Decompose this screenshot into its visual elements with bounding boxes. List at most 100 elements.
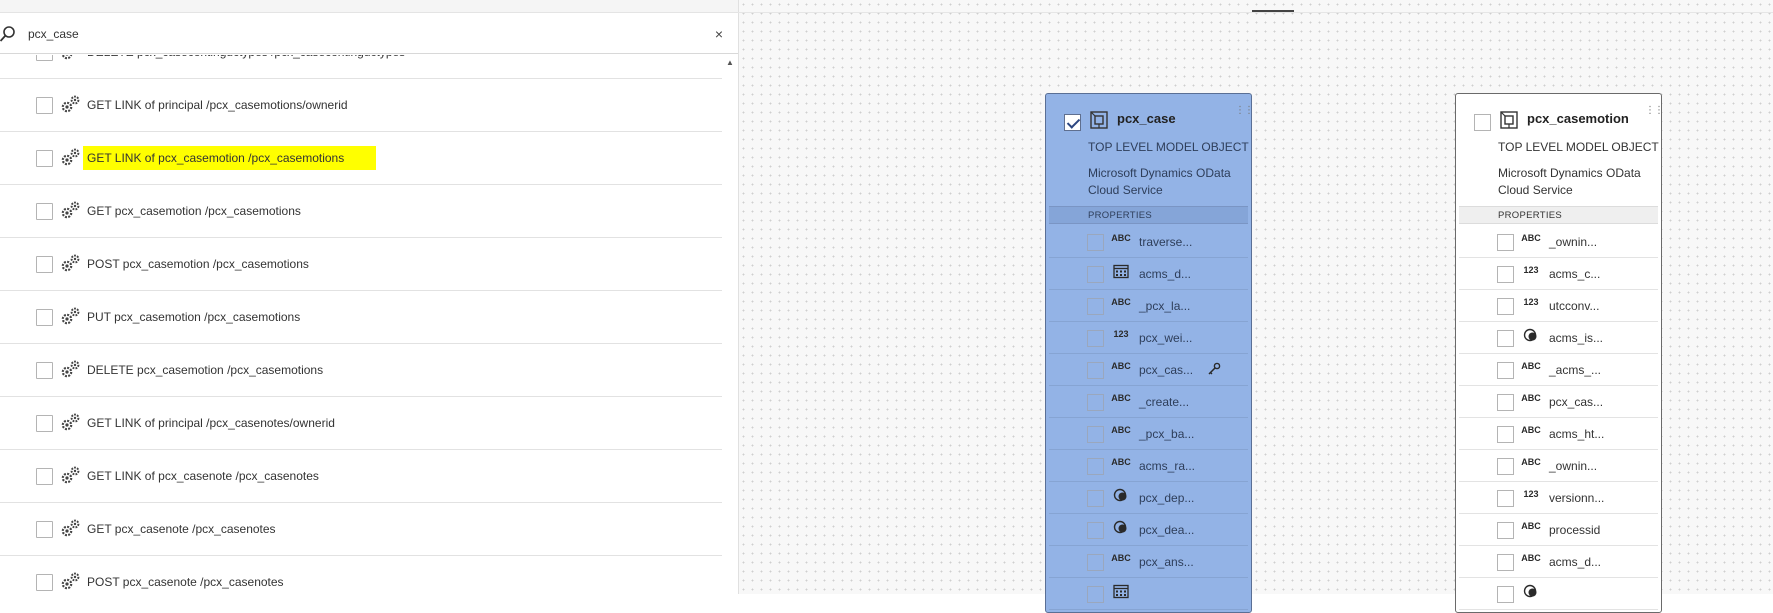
property-row[interactable]: ABC _create... [1049, 386, 1248, 418]
operation-checkbox[interactable] [36, 55, 53, 61]
model-object-card[interactable]: pcx_casemotion ⋮⋮ TOP LEVEL MODEL OBJECT Mi… [1455, 93, 1662, 613]
property-row[interactable]: pcx_dea... [1049, 514, 1248, 546]
property-name: processid [1549, 523, 1601, 537]
operation-row[interactable]: PUT pcx_casemotion /pcx_casemotions [0, 291, 722, 344]
card-select-checkbox[interactable] [1474, 114, 1491, 131]
property-row[interactable] [1049, 578, 1248, 610]
property-checkbox[interactable] [1087, 330, 1104, 347]
list-scrollbar[interactable] [722, 55, 738, 594]
property-checkbox[interactable] [1497, 522, 1514, 539]
search-input[interactable] [28, 22, 688, 46]
property-checkbox[interactable] [1087, 522, 1104, 539]
operation-label: DELETE pcx_casecontinguctypes /pcx_casec… [87, 55, 405, 59]
property-row[interactable]: acms_d... [1049, 258, 1248, 290]
property-checkbox[interactable] [1497, 298, 1514, 315]
operation-checkbox[interactable] [36, 256, 53, 273]
operation-checkbox[interactable] [36, 574, 53, 591]
property-name: _create... [1139, 395, 1190, 409]
clear-search-button[interactable]: × [710, 24, 728, 44]
property-checkbox[interactable] [1497, 362, 1514, 379]
operation-row[interactable]: DELETE pcx_casecontinguctypes /pcx_casec… [0, 55, 722, 79]
card-subtitle: TOP LEVEL MODEL OBJECT [1088, 140, 1249, 154]
property-row[interactable]: ABC _ownin... [1459, 226, 1658, 258]
operation-checkbox[interactable] [36, 309, 53, 326]
property-row[interactable]: ABC acms_ht... [1459, 418, 1658, 450]
property-row[interactable]: 123 utcconv... [1459, 290, 1658, 322]
property-checkbox[interactable] [1497, 586, 1514, 603]
property-row[interactable]: acms_is... [1459, 322, 1658, 354]
operation-row[interactable]: DELETE pcx_casemotion /pcx_casemotions [0, 344, 722, 397]
operation-label: GET LINK of pcx_casemotion /pcx_casemoti… [83, 146, 377, 170]
property-name: pcx_cas... [1549, 395, 1604, 409]
operation-row[interactable]: GET pcx_casemotion /pcx_casemotions [0, 185, 722, 238]
property-checkbox[interactable] [1087, 234, 1104, 251]
property-row[interactable]: ABC processid [1459, 514, 1658, 546]
property-checkbox[interactable] [1497, 490, 1514, 507]
model-object-card[interactable]: pcx_case ⋮⋮ TOP LEVEL MODEL OBJECT Microsof… [1045, 93, 1252, 613]
operation-checkbox[interactable] [36, 521, 53, 538]
operation-checkbox[interactable] [36, 97, 53, 114]
property-checkbox[interactable] [1087, 394, 1104, 411]
property-checkbox[interactable] [1087, 586, 1104, 603]
property-checkbox[interactable] [1497, 458, 1514, 475]
property-row[interactable]: ABC _acms_... [1459, 354, 1658, 386]
property-row[interactable]: ABC _pcx_la... [1049, 290, 1248, 322]
operation-label: PUT pcx_casemotion /pcx_casemotions [87, 310, 301, 324]
property-row[interactable]: ABC pcx_ans... [1049, 546, 1248, 578]
choice-type-icon [1523, 584, 1537, 598]
property-checkbox[interactable] [1087, 458, 1104, 475]
property-checkbox[interactable] [1497, 266, 1514, 283]
property-checkbox[interactable] [1497, 426, 1514, 443]
operation-checkbox[interactable] [36, 150, 53, 167]
operation-list: DELETE pcx_casecontinguctypes /pcx_casec… [0, 55, 722, 594]
property-row[interactable]: ABC acms_d... [1459, 546, 1658, 578]
operation-row[interactable]: GET LINK of principal /pcx_casenotes/own… [0, 397, 722, 450]
operation-checkbox[interactable] [36, 468, 53, 485]
property-row[interactable]: ABC traverse... [1049, 226, 1248, 258]
property-checkbox[interactable] [1087, 554, 1104, 571]
property-row[interactable]: 123 pcx_wei... [1049, 322, 1248, 354]
property-name: acms_ht... [1549, 427, 1605, 441]
property-row[interactable]: ABC acms_ra... [1049, 450, 1248, 482]
operation-row[interactable]: POST pcx_casemotion /pcx_casemotions [0, 238, 722, 291]
property-row[interactable]: ABC _pcx_ba... [1049, 418, 1248, 450]
property-checkbox[interactable] [1497, 234, 1514, 251]
scroll-up-arrow[interactable]: ▲ [723, 58, 737, 68]
operation-row[interactable]: GET LINK of pcx_casemotion /pcx_casemoti… [0, 132, 722, 185]
property-row[interactable]: pcx_dep... [1049, 482, 1248, 514]
property-row[interactable]: ABC pcx_cas... [1459, 386, 1658, 418]
operation-checkbox[interactable] [36, 203, 53, 220]
property-name: _pcx_la... [1139, 299, 1191, 313]
property-checkbox[interactable] [1497, 330, 1514, 347]
property-checkbox[interactable] [1087, 426, 1104, 443]
model-object-icon [1090, 111, 1108, 129]
property-row[interactable]: ABC pcx_cas... [1049, 354, 1248, 386]
operation-row[interactable]: POST pcx_casenote /pcx_casenotes [0, 556, 722, 594]
drag-handle-icon[interactable]: ⋮⋮ [1645, 106, 1661, 116]
property-checkbox[interactable] [1497, 394, 1514, 411]
property-checkbox[interactable] [1087, 362, 1104, 379]
operation-row[interactable]: GET LINK of pcx_casenote /pcx_casenotes [0, 450, 722, 503]
property-name: acms_d... [1139, 267, 1192, 281]
property-name: pcx_dea... [1139, 523, 1195, 537]
operation-checkbox[interactable] [36, 362, 53, 379]
property-row[interactable]: ABC _ownin... [1459, 450, 1658, 482]
card-source-line: Microsoft Dynamics OData [1498, 166, 1641, 180]
text-type-icon: ABC [1521, 521, 1541, 531]
property-checkbox[interactable] [1087, 490, 1104, 507]
card-select-checkbox[interactable] [1064, 114, 1081, 131]
model-object-icon [1500, 111, 1518, 129]
property-row[interactable] [1459, 578, 1658, 610]
property-checkbox[interactable] [1087, 298, 1104, 315]
drag-handle-icon[interactable]: ⋮⋮ [1235, 106, 1251, 116]
operation-row[interactable]: GET LINK of principal /pcx_casemotions/o… [0, 79, 722, 132]
operation-checkbox[interactable] [36, 415, 53, 432]
property-row[interactable]: 123 acms_c... [1459, 258, 1658, 290]
property-row[interactable]: 123 versionn... [1459, 482, 1658, 514]
gears-icon [61, 360, 80, 378]
property-checkbox[interactable] [1087, 266, 1104, 283]
operation-row[interactable]: GET pcx_casenote /pcx_casenotes [0, 503, 722, 556]
property-name: pcx_wei... [1139, 331, 1193, 345]
canvas-top-divider [738, 12, 1773, 13]
property-checkbox[interactable] [1497, 554, 1514, 571]
